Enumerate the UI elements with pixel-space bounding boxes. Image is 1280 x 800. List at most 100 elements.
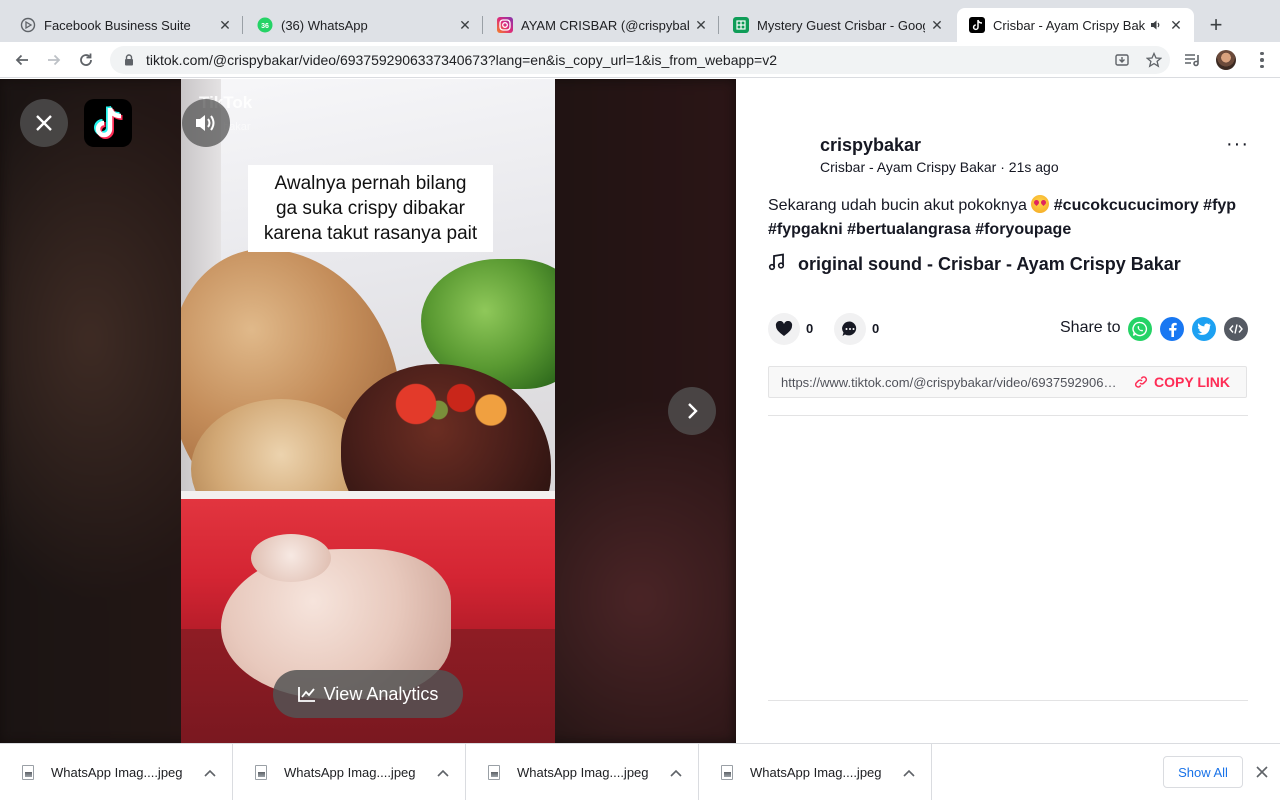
link-icon [1135,376,1148,388]
url-text: tiktok.com/@crispybakar/video/6937592906… [146,52,778,68]
tab-instagram[interactable]: AYAM CRISBAR (@crispybakar ✕ [485,8,719,42]
hashtag-link[interactable]: #foryoupage [975,221,1071,238]
whatsapp-icon[interactable] [1128,317,1152,341]
caption-line: Awalnya pernah bilang [274,173,467,194]
whatsapp-unread-badge: 36 [261,23,269,30]
volume-icon [196,115,215,131]
audio-playing-icon[interactable] [1148,19,1164,31]
image-file-icon [721,765,733,780]
video-description: Sekarang udah bucin akut pokoknya #cucok… [768,192,1248,242]
show-all-downloads-button[interactable]: Show All [1163,756,1243,788]
copy-link-box: https://www.tiktok.com/@crispybakar/vide… [768,366,1247,398]
divider [768,700,1248,701]
download-item[interactable]: WhatsApp Imag....jpeg [699,744,932,800]
address-bar[interactable]: tiktok.com/@crispybakar/video/6937592906… [110,46,1170,74]
share-to-label: Share to [1060,319,1121,336]
twitter-icon[interactable] [1192,317,1216,341]
caption-line: karena takut rasanya pait [263,223,478,244]
download-filename: WhatsApp Imag....jpeg [51,765,183,780]
close-icon [36,115,52,131]
video-share-url[interactable]: https://www.tiktok.com/@crispybakar/vide… [769,375,1120,390]
facebook-business-icon [20,17,36,33]
like-count: 0 [806,321,814,336]
tab-google-sheets[interactable]: Mystery Guest Crisbar - Googl ✕ [721,8,955,42]
video-frame[interactable]: TikTok bakar Awalnya pernah bilang ga su… [181,79,555,743]
hashtag-link[interactable]: #fypgakni [768,221,843,238]
tab-title: Crisbar - Ayam Crispy Bak [993,17,1146,33]
facebook-icon[interactable] [1160,317,1184,341]
comment-button[interactable] [834,313,866,345]
tab-title: Mystery Guest Crisbar - Googl [757,17,925,33]
download-item[interactable]: WhatsApp Imag....jpeg [0,744,233,800]
new-tab-button[interactable]: + [1203,12,1229,38]
tab-tiktok-active[interactable]: Crisbar - Ayam Crispy Bak ✕ [957,8,1194,42]
like-button[interactable] [768,313,800,345]
install-app-icon[interactable] [1113,51,1131,69]
heart-eyes-emoji-icon [1031,195,1050,213]
chevron-up-icon[interactable] [204,766,232,780]
hashtag-link[interactable]: #fyp [1203,197,1236,214]
image-file-icon [488,765,500,780]
lock-icon [122,53,136,67]
download-item[interactable]: WhatsApp Imag....jpeg [233,744,466,800]
reload-button[interactable] [72,46,100,74]
author-username[interactable]: crispybakar [820,135,921,156]
tiktok-icon [969,17,985,33]
comment-icon [842,321,857,336]
comment-count: 0 [872,321,880,336]
download-item[interactable]: WhatsApp Imag....jpeg [466,744,699,800]
media-control-icon[interactable] [1184,51,1202,69]
bookmark-star-icon[interactable] [1145,51,1163,69]
close-tab-icon[interactable]: ✕ [217,17,233,33]
hashtag-link[interactable]: #cucokcucucimory [1054,197,1199,214]
view-analytics-label: View Analytics [323,683,439,704]
author-nickname-time: Crisbar - Ayam Crispy Bakar · 21s ago [820,159,1059,175]
chevron-up-icon[interactable] [670,766,698,780]
download-bar: WhatsApp Imag....jpeg WhatsApp Imag....j… [0,743,1280,800]
tab-separator [482,16,483,34]
close-tab-icon[interactable]: ✕ [693,17,709,33]
reload-icon [80,53,92,66]
download-filename: WhatsApp Imag....jpeg [750,765,882,780]
image-file-icon [22,765,34,780]
profile-avatar[interactable] [1216,50,1236,70]
chevron-up-icon[interactable] [903,766,931,780]
sound-title: original sound - Crisbar - Ayam Crispy B… [798,254,1181,274]
view-analytics-button[interactable]: View Analytics [273,670,463,718]
download-filename: WhatsApp Imag....jpeg [284,765,416,780]
chevron-up-icon[interactable] [437,766,465,780]
more-options-button[interactable]: ··· [1226,133,1249,156]
google-sheets-icon [733,17,749,33]
next-video-button[interactable] [668,387,716,435]
copy-link-label: COPY LINK [1154,374,1230,390]
tab-whatsapp[interactable]: 36 (36) WhatsApp ✕ [245,8,483,42]
close-tab-icon[interactable]: ✕ [929,17,945,33]
close-tab-icon[interactable]: ✕ [1168,17,1184,33]
thumb-image [251,534,331,582]
close-tab-icon[interactable]: ✕ [457,17,473,33]
hashtag-link[interactable]: #bertualangrasa [847,221,971,238]
tiktok-logo[interactable] [84,99,132,147]
tab-facebook-business-suite[interactable]: Facebook Business Suite ✕ [8,8,243,42]
divider [768,415,1248,416]
forward-button[interactable] [40,46,68,74]
close-video-button[interactable] [20,99,68,147]
tab-separator [718,16,719,34]
close-download-bar-icon[interactable] [1252,762,1272,782]
browser-toolbar: tiktok.com/@crispybakar/video/6937592906… [0,42,1280,78]
tab-separator [242,16,243,34]
tab-strip: Facebook Business Suite ✕ 36 (36) WhatsA… [0,0,1280,42]
browser-menu-button[interactable] [1252,48,1272,72]
video-player-area[interactable]: TikTok bakar Awalnya pernah bilang ga su… [0,79,736,743]
back-button[interactable] [8,46,36,74]
music-note-icon [768,253,788,276]
embed-icon[interactable] [1224,317,1248,341]
tab-title: (36) WhatsApp [281,17,368,33]
tab-title: Facebook Business Suite [44,17,191,33]
arrow-left-icon [15,54,28,66]
analytics-chart-icon [297,687,315,702]
chevron-right-icon [688,403,698,419]
sound-link[interactable]: original sound - Crisbar - Ayam Crispy B… [768,253,1181,276]
copy-link-button[interactable]: COPY LINK [1120,374,1246,390]
mute-toggle-button[interactable] [182,99,230,147]
